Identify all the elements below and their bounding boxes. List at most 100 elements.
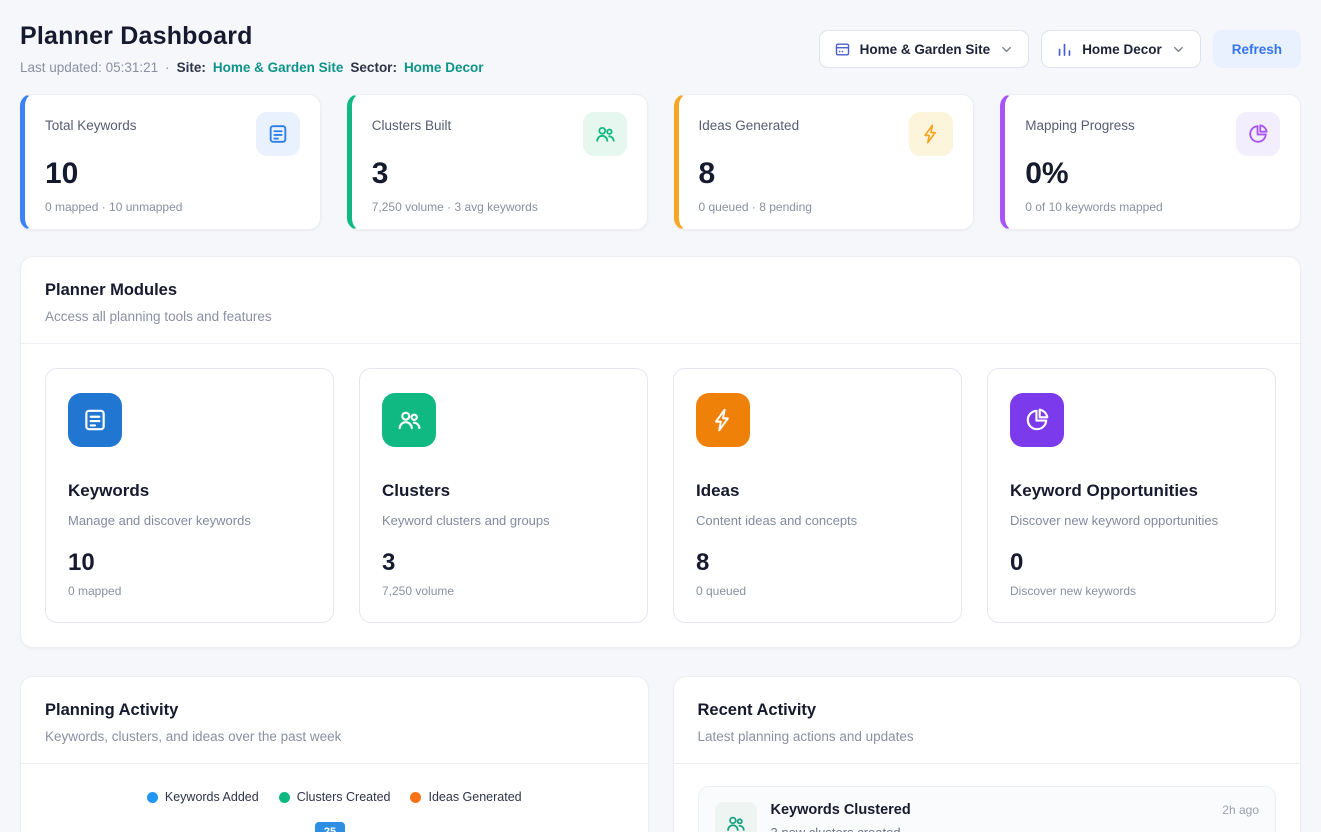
planning-activity-panel: Planning Activity Keywords, clusters, an…: [20, 676, 649, 832]
planner-modules-section: Planner Modules Access all planning tool…: [20, 256, 1301, 648]
stat-label: Ideas Generated: [699, 112, 800, 133]
sector-selector-label: Home Decor: [1082, 42, 1162, 57]
module-card-keywords[interactable]: Keywords Manage and discover keywords 10…: [45, 368, 334, 623]
recent-activity-panel: Recent Activity Latest planning actions …: [673, 676, 1302, 832]
module-value: 0: [1010, 549, 1253, 577]
stat-detail: 0 queued · 8 pending: [699, 200, 954, 214]
separator-dot: ·: [165, 60, 170, 75]
header-controls: Home & Garden Site Home Decor Refresh: [819, 30, 1301, 68]
module-title: Ideas: [696, 481, 939, 501]
module-card-keyword-opportunities[interactable]: Keyword Opportunities Discover new keywo…: [987, 368, 1276, 623]
document-icon: [256, 112, 300, 156]
module-title: Keywords: [68, 481, 311, 501]
stat-detail: 7,250 volume · 3 avg keywords: [372, 200, 627, 214]
chart-legend: Keywords Added Clusters Created Ideas Ge…: [21, 790, 648, 804]
activity-description: 3 new clusters created: [771, 825, 1260, 832]
chevron-down-icon: [1171, 42, 1186, 57]
module-card-ideas[interactable]: Ideas Content ideas and concepts 8 0 que…: [673, 368, 962, 623]
stat-card-top: Mapping Progress: [1025, 112, 1280, 156]
activity-list: Keywords Clustered 2h ago 3 new clusters…: [674, 764, 1301, 832]
stat-card-mapping-progress: Mapping Progress 0% 0 of 10 keywords map…: [1000, 94, 1301, 230]
planning-activity-chart: 25 25 24: [21, 804, 648, 832]
area-chart: 25 25 24: [37, 816, 628, 832]
module-value: 8: [696, 549, 939, 577]
users-icon: [583, 112, 627, 156]
section-subtitle: Latest planning actions and updates: [698, 729, 1277, 744]
pie-chart-icon: [1236, 112, 1280, 156]
legend-dot: [147, 792, 158, 803]
sector-label: Sector:: [350, 60, 397, 75]
document-icon: [68, 393, 122, 447]
lightning-icon: [696, 393, 750, 447]
legend-label: Keywords Added: [165, 790, 259, 804]
site-icon: [834, 41, 851, 58]
activity-time: 2h ago: [1222, 803, 1259, 817]
module-description: Keyword clusters and groups: [382, 513, 625, 528]
sector-selector-dropdown[interactable]: Home Decor: [1041, 30, 1201, 68]
legend-label: Ideas Generated: [428, 790, 521, 804]
stat-detail: 0 of 10 keywords mapped: [1025, 200, 1280, 214]
stat-detail: 0 mapped · 10 unmapped: [45, 200, 300, 214]
module-description: Content ideas and concepts: [696, 513, 939, 528]
sector-link[interactable]: Home Decor: [404, 60, 484, 75]
section-subtitle: Keywords, clusters, and ideas over the p…: [45, 729, 624, 744]
module-title: Keyword Opportunities: [1010, 481, 1253, 501]
module-detail: 7,250 volume: [382, 584, 625, 598]
stat-value: 8: [699, 157, 954, 191]
section-title: Recent Activity: [698, 701, 1277, 720]
legend-dot: [279, 792, 290, 803]
stat-card-total-keywords: Total Keywords 10 0 mapped · 10 unmapped: [20, 94, 321, 230]
header-left: Planner Dashboard Last updated: 05:31:21…: [20, 22, 483, 75]
module-description: Discover new keyword opportunities: [1010, 513, 1253, 528]
module-value: 3: [382, 549, 625, 577]
stat-value: 0%: [1025, 157, 1280, 191]
page-title: Planner Dashboard: [20, 22, 483, 51]
stat-value: 3: [372, 157, 627, 191]
lightning-icon: [909, 112, 953, 156]
site-selector-label: Home & Garden Site: [860, 42, 991, 57]
stat-label: Mapping Progress: [1025, 112, 1135, 133]
stat-card-top: Clusters Built: [372, 112, 627, 156]
legend-item-clusters-created: Clusters Created: [279, 790, 391, 804]
point-label: 25: [324, 826, 336, 832]
site-link[interactable]: Home & Garden Site: [213, 60, 344, 75]
section-title: Planning Activity: [45, 701, 624, 720]
legend-label: Clusters Created: [297, 790, 391, 804]
module-card-clusters[interactable]: Clusters Keyword clusters and groups 3 7…: [359, 368, 648, 623]
legend-item-ideas-generated: Ideas Generated: [410, 790, 521, 804]
activity-body: Keywords Clustered 2h ago 3 new clusters…: [771, 802, 1260, 832]
legend-item-keywords-added: Keywords Added: [147, 790, 259, 804]
module-description: Manage and discover keywords: [68, 513, 311, 528]
stat-label: Clusters Built: [372, 112, 452, 133]
activity-item-keywords-clustered: Keywords Clustered 2h ago 3 new clusters…: [698, 786, 1277, 832]
page-header: Planner Dashboard Last updated: 05:31:21…: [20, 22, 1301, 75]
module-detail: Discover new keywords: [1010, 584, 1253, 598]
module-detail: 0 queued: [696, 584, 939, 598]
pie-chart-icon: [1010, 393, 1064, 447]
module-title: Clusters: [382, 481, 625, 501]
page-subtitle: Last updated: 05:31:21 · Site: Home & Ga…: [20, 60, 483, 75]
stat-card-clusters-built: Clusters Built 3 7,250 volume · 3 avg ke…: [347, 94, 648, 230]
planning-activity-header: Planning Activity Keywords, clusters, an…: [21, 677, 648, 764]
site-label: Site:: [177, 60, 206, 75]
stats-row: Total Keywords 10 0 mapped · 10 unmapped…: [20, 94, 1301, 230]
modules-grid: Keywords Manage and discover keywords 10…: [21, 344, 1300, 647]
bottom-row: Planning Activity Keywords, clusters, an…: [20, 676, 1301, 832]
users-icon: [382, 393, 436, 447]
stat-label: Total Keywords: [45, 112, 137, 133]
activity-top: Keywords Clustered 2h ago: [771, 802, 1260, 818]
refresh-button[interactable]: Refresh: [1213, 30, 1301, 68]
stat-card-top: Total Keywords: [45, 112, 300, 156]
module-value: 10: [68, 549, 311, 577]
recent-activity-header: Recent Activity Latest planning actions …: [674, 677, 1301, 764]
section-subtitle: Access all planning tools and features: [45, 309, 1276, 324]
chevron-down-icon: [999, 42, 1014, 57]
stat-value: 10: [45, 157, 300, 191]
users-icon: [715, 802, 757, 832]
stat-card-ideas-generated: Ideas Generated 8 0 queued · 8 pending: [674, 94, 975, 230]
planner-dashboard-page: Planner Dashboard Last updated: 05:31:21…: [0, 0, 1321, 832]
stat-card-top: Ideas Generated: [699, 112, 954, 156]
last-updated-text: Last updated: 05:31:21: [20, 60, 158, 75]
activity-title: Keywords Clustered: [771, 802, 911, 818]
site-selector-dropdown[interactable]: Home & Garden Site: [819, 30, 1030, 68]
